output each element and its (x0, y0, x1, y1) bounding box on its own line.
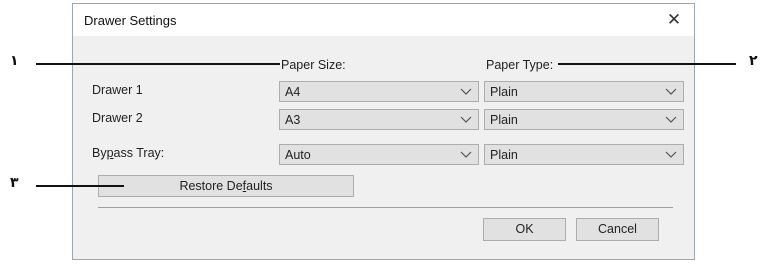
callout-number-1: ١ (10, 53, 19, 69)
chevron-down-icon (460, 116, 472, 123)
restore-defaults-button[interactable]: Restore Defaults (98, 175, 354, 197)
callout-line-2 (558, 63, 736, 65)
bypass-tray-paper-type-select[interactable]: Plain (484, 144, 684, 165)
drawer-2-label: Drawer 2 (92, 111, 143, 125)
callout-number-2: ٢ (749, 53, 758, 69)
selected-value: Plain (490, 85, 518, 99)
selected-value: Plain (490, 113, 518, 127)
selected-value: A3 (285, 113, 301, 127)
bypass-tray-paper-size-select[interactable]: Auto (279, 144, 479, 165)
drawer-2-paper-type-select[interactable]: Plain (484, 109, 684, 130)
callout-number-3: ٣ (10, 175, 19, 191)
chevron-down-icon (665, 151, 677, 158)
drawer-2-paper-size-select[interactable]: A3 (279, 109, 479, 130)
drawer-1-paper-type-select[interactable]: Plain (484, 81, 684, 102)
callout-line-3 (36, 185, 124, 187)
selected-value: A4 (285, 85, 301, 99)
drawer-1-label: Drawer 1 (92, 83, 143, 97)
paper-size-header: Paper Size: (281, 58, 346, 72)
paper-type-header: Paper Type: (486, 58, 554, 72)
button-text-part: Restore De (179, 179, 243, 193)
ok-button[interactable]: OK (483, 218, 566, 241)
label-part: ass Tray: (113, 146, 165, 160)
chevron-down-icon (665, 116, 677, 123)
close-icon[interactable]: ✕ (663, 9, 685, 31)
separator (98, 207, 673, 208)
selected-value: Auto (285, 148, 311, 162)
drawer-1-paper-size-select[interactable]: A4 (279, 81, 479, 102)
accelerator-key: p (106, 146, 114, 160)
selected-value: Plain (490, 148, 518, 162)
dialog-title: Drawer Settings (84, 13, 177, 28)
cancel-button[interactable]: Cancel (576, 218, 659, 241)
button-text-part: aults (246, 179, 273, 193)
callout-line-1 (36, 63, 280, 65)
label-part: By (92, 146, 107, 160)
bypass-tray-label: Bypass Tray: (92, 146, 164, 160)
chevron-down-icon (665, 88, 677, 95)
chevron-down-icon (460, 88, 472, 95)
drawer-settings-dialog: Drawer Settings ✕ Paper Size: Paper Type… (72, 3, 695, 260)
chevron-down-icon (460, 151, 472, 158)
title-bar: Drawer Settings ✕ (73, 4, 694, 36)
